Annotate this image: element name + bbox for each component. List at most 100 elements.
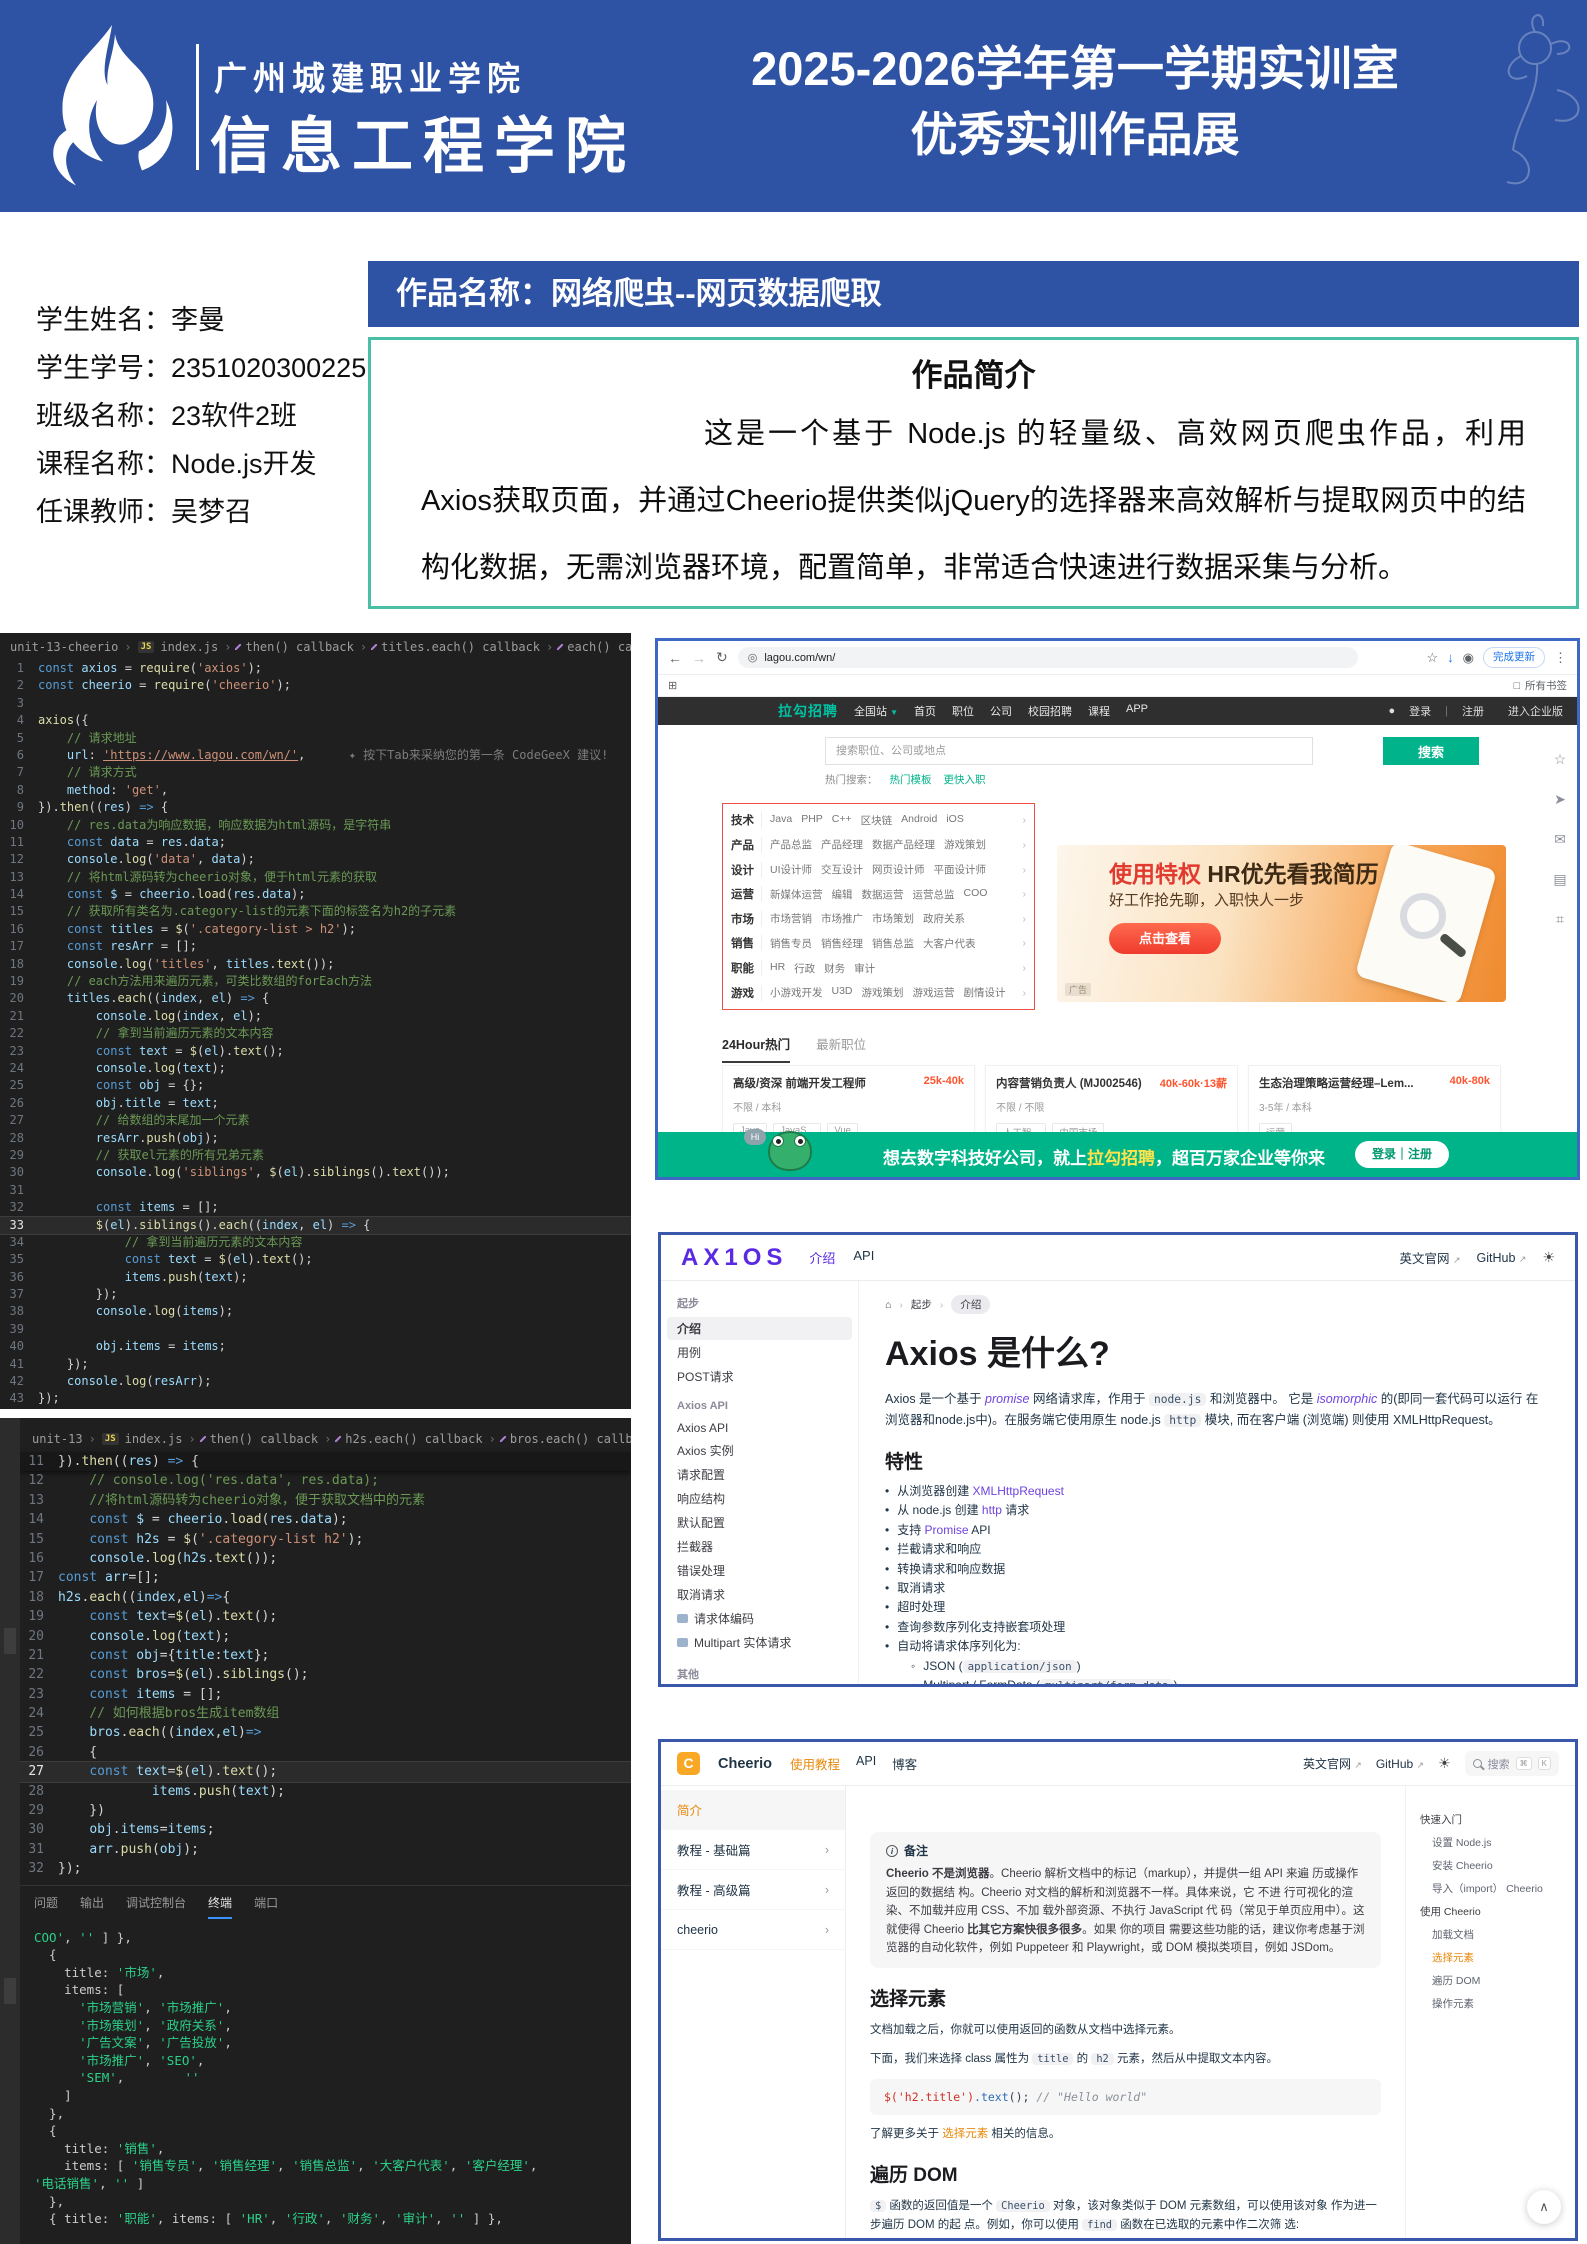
job-search-input[interactable] <box>825 737 1313 765</box>
nav-item[interactable]: 职位 <box>952 703 974 719</box>
panel-tab[interactable]: 调试控制台 <box>126 1894 186 1919</box>
category-row[interactable]: 运营新媒体运营编辑数据运营运营总监COO› <box>731 886 1026 902</box>
search-box[interactable]: 搜索 ⌘ K <box>1465 1751 1559 1776</box>
nav-item[interactable]: APP <box>1126 703 1148 719</box>
panel-tab[interactable]: 输出 <box>80 1894 104 1919</box>
category-link[interactable]: 游戏运营 <box>913 985 955 1000</box>
category-link[interactable]: 游戏策划 <box>944 837 986 852</box>
hot-search-link[interactable]: 更快入职 <box>944 772 986 787</box>
category-link[interactable]: UI设计师 <box>770 862 812 877</box>
category-row[interactable]: 游戏小游戏开发U3D游戏策划游戏运营剧情设计› <box>731 985 1026 1001</box>
english-site-link[interactable]: 英文官网 ↗ <box>1303 1755 1362 1772</box>
cheerio-brand[interactable]: Cheerio <box>718 1756 772 1772</box>
axios-logo[interactable]: AX1OS <box>681 1244 787 1272</box>
breadcrumb-item[interactable]: index.js <box>125 1432 183 1446</box>
sidebar-item[interactable]: 默认配置 <box>667 1511 852 1534</box>
category-link[interactable]: 市场推广 <box>821 911 863 926</box>
category-link[interactable]: PHP <box>801 813 823 828</box>
update-chrome-button[interactable]: 完成更新 <box>1483 647 1545 668</box>
cheerio-logo-icon[interactable]: C <box>677 1752 700 1775</box>
lagou-logo[interactable]: 拉勾招聘 <box>778 701 838 721</box>
breadcrumb[interactable]: unit-13-cheerio›JSindex.js›then() callba… <box>0 633 631 660</box>
footer-login-register-button[interactable]: 登录｜注册 <box>1355 1141 1449 1168</box>
category-link[interactable]: 区块链 <box>861 813 893 828</box>
toc-item[interactable]: 选择元素 <box>1420 1946 1561 1969</box>
back-to-top-button[interactable]: ∧ <box>1527 2190 1561 2224</box>
theme-toggle-icon[interactable]: ☀ <box>1438 1755 1451 1772</box>
nav-link[interactable]: API <box>856 1754 876 1773</box>
breadcrumb-item[interactable]: each() callback <box>567 640 631 654</box>
code-editor[interactable]: 1const axios = require('axios');2const c… <box>0 660 631 1408</box>
banner-cta-button[interactable]: 点击查看 <box>1109 923 1221 954</box>
breadcrumb-item[interactable]: bros.each() callback <box>510 1432 631 1446</box>
nav-link[interactable]: 博客 <box>892 1754 917 1773</box>
all-bookmarks[interactable]: □ 所有书签 <box>1514 678 1567 693</box>
terminal-output[interactable]: COO', '' ] }, { title: '市场', items: [ '市… <box>34 1929 631 2228</box>
category-link[interactable]: COO <box>964 887 988 902</box>
category-link[interactable]: Java <box>770 813 792 828</box>
github-link[interactable]: GitHub ↗ <box>1376 1757 1424 1771</box>
nav-link[interactable]: 使用教程 <box>790 1754 840 1773</box>
enterprise-link[interactable]: 进入企业版 <box>1508 703 1563 719</box>
sidebar-item[interactable]: 取消请求 <box>667 1583 852 1606</box>
toc-item[interactable]: 操作元素 <box>1420 1992 1561 2015</box>
menu-kebab-icon[interactable]: ⋮ <box>1554 650 1567 666</box>
category-link[interactable]: 行政 <box>794 961 815 976</box>
apps-grid-icon[interactable]: ⊞ <box>668 679 677 692</box>
panel-tab[interactable]: 端口 <box>254 1894 278 1919</box>
category-link[interactable]: 审计 <box>854 961 875 976</box>
category-link[interactable]: 网页设计师 <box>872 862 925 877</box>
bookmark-star-icon[interactable]: ☆ <box>1427 650 1439 666</box>
category-link[interactable]: 政府关系 <box>923 911 965 926</box>
category-link[interactable]: 销售经理 <box>821 936 863 951</box>
star-icon[interactable]: ☆ <box>1554 751 1567 768</box>
nav-item[interactable]: 课程 <box>1088 703 1110 719</box>
category-link[interactable]: 运营总监 <box>913 887 955 902</box>
sidebar-item[interactable]: 错误处理 <box>667 1559 852 1582</box>
url-text[interactable]: lagou.com/wn/ <box>764 652 835 664</box>
address-bar[interactable]: ◎ lagou.com/wn/ <box>738 647 1358 668</box>
category-link[interactable]: Android <box>901 813 937 828</box>
category-link[interactable]: 财务 <box>824 961 845 976</box>
sidebar-item[interactable]: 介绍 <box>667 1317 852 1340</box>
breadcrumb[interactable]: unit-13›JSindex.js›then() callback›h2s.e… <box>22 1418 631 1452</box>
sidebar-item[interactable]: POST请求 <box>667 1365 852 1388</box>
jobs-tab[interactable]: 24Hour热门 <box>722 1034 790 1063</box>
sidebar-item[interactable]: 简介 <box>661 1790 845 1830</box>
hot-search-link[interactable]: 热门模板 <box>890 772 932 787</box>
category-link[interactable]: 销售总监 <box>872 936 914 951</box>
mail-icon[interactable]: ✉ <box>1554 831 1566 848</box>
sidebar-item[interactable]: Axios 实例 <box>667 1439 852 1462</box>
category-link[interactable]: 剧情设计 <box>964 985 1006 1000</box>
toc-item[interactable]: 安装 Cheerio <box>1420 1854 1561 1877</box>
home-icon[interactable]: ⌂ <box>885 1299 891 1311</box>
nav-item[interactable]: 校园招聘 <box>1028 703 1072 719</box>
download-icon[interactable]: ↓ <box>1447 650 1454 665</box>
code-editor[interactable]: 11}).then((res) => {12 // console.log('r… <box>0 1452 631 1879</box>
nav-item[interactable]: 首页 <box>914 703 936 719</box>
category-link[interactable]: 编辑 <box>832 887 853 902</box>
breadcrumb-item[interactable]: 起步 <box>911 1297 932 1312</box>
sidebar-item[interactable]: 响应结构 <box>667 1487 852 1510</box>
category-link[interactable]: 游戏策划 <box>862 985 904 1000</box>
panel-tab[interactable]: 终端 <box>208 1894 232 1919</box>
nav-link[interactable]: 介绍 <box>809 1248 835 1267</box>
register-link[interactable]: 注册 <box>1462 703 1484 719</box>
breadcrumb-item[interactable]: unit-13 <box>32 1432 83 1446</box>
category-link[interactable]: 大客户代表 <box>923 936 976 951</box>
breadcrumb-current[interactable]: 介绍 <box>951 1295 990 1314</box>
toc-item[interactable]: 设置 Node.js <box>1420 1831 1561 1854</box>
profile-icon[interactable]: ◉ <box>1463 650 1474 666</box>
sidebar-item[interactable]: Axios API <box>667 1418 852 1438</box>
category-row[interactable]: 市场市场营销市场推广市场策划政府关系› <box>731 911 1026 927</box>
category-row[interactable]: 技术JavaPHPC++区块链AndroidiOS› <box>731 812 1026 828</box>
send-icon[interactable]: ➤ <box>1554 791 1566 808</box>
sidebar-item[interactable]: 拦截器 <box>667 1535 852 1558</box>
theme-toggle-icon[interactable]: ☀ <box>1542 1249 1555 1266</box>
search-button[interactable]: 搜索 <box>1383 737 1479 765</box>
category-row[interactable]: 销售销售专员销售经理销售总监大客户代表› <box>731 935 1026 951</box>
toc-item[interactable]: 使用 Cheerio <box>1420 1900 1561 1923</box>
back-icon[interactable]: ← <box>668 650 682 666</box>
category-link[interactable]: 产品经理 <box>821 837 863 852</box>
site-switcher[interactable]: 全国站 ▼ <box>854 703 898 719</box>
